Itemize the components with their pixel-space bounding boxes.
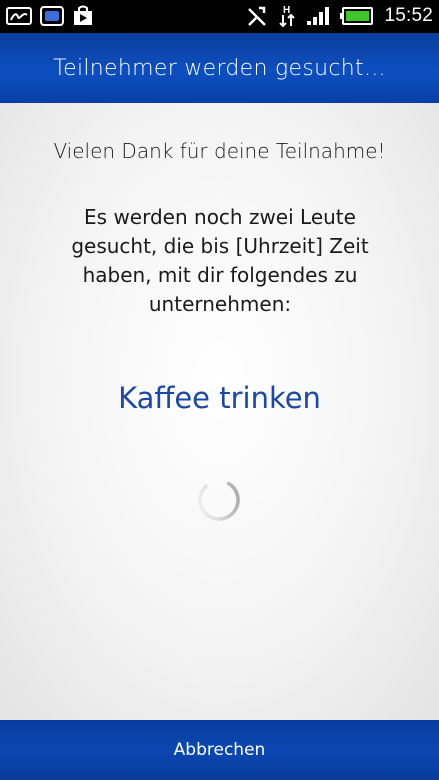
status-right-icons: H 15:52 [246,4,433,28]
svg-text:H: H [283,5,290,16]
thanks-message: Vielen Dank für deine Teilnahme! [53,139,386,163]
activity-name: Kaffee trinken [118,381,321,415]
battery-icon [340,6,374,26]
data-transfer-icon: H [278,4,296,28]
status-bar: H 15:52 [0,0,439,33]
main-content: Vielen Dank für deine Teilnahme! Es werd… [0,103,439,720]
cancel-button-label: Abbrechen [173,740,266,760]
no-sync-icon [246,5,268,27]
signal-icon [306,6,330,26]
info-message: Es werden noch zwei Leute gesucht, die b… [71,205,369,316]
cancel-button[interactable]: Abbrechen [0,720,439,780]
status-left-icons [6,5,94,27]
signature-icon [6,5,32,27]
page-title: Teilnehmer werden gesucht... [53,55,386,81]
status-time: 15:52 [384,5,433,26]
app-icon [40,5,64,27]
play-store-icon [72,5,94,27]
app-screen: H 15:52 Teilnehmer werden gesucht... Vie… [0,0,439,780]
app-header: Teilnehmer werden gesucht... [0,33,439,103]
loading-spinner [195,476,243,524]
